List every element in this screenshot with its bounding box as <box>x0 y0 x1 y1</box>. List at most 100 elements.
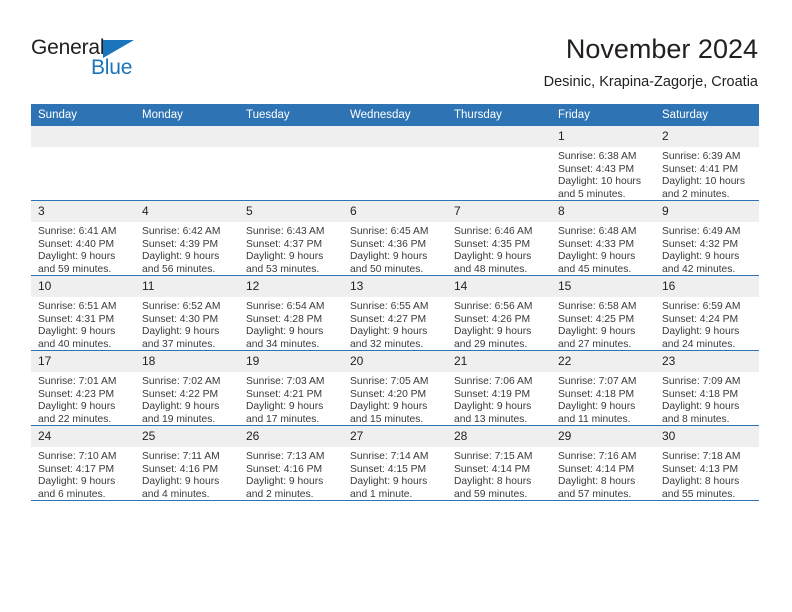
day-cell-inner: 21 Sunrise: 7:06 AM Sunset: 4:19 PM Dayligh… <box>447 351 551 425</box>
sunset-time: Sunset: 4:24 PM <box>662 313 739 325</box>
calendar-day-cell[interactable]: 15 Sunrise: 6:58 AM Sunset: 4:25 PM Dayligh… <box>551 275 655 351</box>
sunrise-time: Sunrise: 6:41 AM <box>38 226 117 237</box>
calendar-day-cell[interactable]: 24 Sunrise: 7:10 AM Sunset: 4:17 PM Dayligh… <box>31 425 135 501</box>
day-sun-info: Sunrise: 6:49 AM Sunset: 4:32 PM Daylight:… <box>655 222 759 276</box>
daylight-duration-line1: Daylight: 9 hours <box>38 251 116 263</box>
day-number: 27 <box>343 426 447 447</box>
page-title: November 2024 <box>565 34 758 64</box>
calendar-day-cell[interactable]: 14 Sunrise: 6:56 AM Sunset: 4:26 PM Dayligh… <box>447 275 551 351</box>
calendar-day-cell[interactable]: 9 Sunrise: 6:49 AM Sunset: 4:32 PM Daylight… <box>655 200 759 276</box>
day-cell-inner: 26 Sunrise: 7:13 AM Sunset: 4:16 PM Dayligh… <box>239 426 343 500</box>
general-blue-logo[interactable]: General Blue <box>31 36 171 82</box>
calendar-body: 1 Sunrise: 6:38 AM Sunset: 4:43 PM Daylight… <box>31 126 759 501</box>
daylight-duration-line1: Daylight: 9 hours <box>454 326 532 338</box>
calendar-day-cell[interactable]: 8 Sunrise: 6:48 AM Sunset: 4:33 PM Daylight… <box>551 200 655 276</box>
calendar-week-row: 10 Sunrise: 6:51 AM Sunset: 4:31 PM Dayligh… <box>31 275 759 351</box>
calendar-day-cell[interactable]: 16 Sunrise: 6:59 AM Sunset: 4:24 PM Dayligh… <box>655 275 759 351</box>
day-cell-inner: 2 Sunrise: 6:39 AM Sunset: 4:41 PM Daylight… <box>655 126 759 200</box>
sunset-time: Sunset: 4:16 PM <box>246 463 323 475</box>
calendar-day-cell[interactable]: 29 Sunrise: 7:16 AM Sunset: 4:14 PM Dayligh… <box>551 425 655 501</box>
calendar-page: General Blue November 2024 Desinic, Krap… <box>0 0 792 612</box>
day-sun-info: Sunrise: 6:38 AM Sunset: 4:43 PM Daylight:… <box>551 147 655 201</box>
daylight-duration-line1: Daylight: 9 hours <box>246 476 324 488</box>
daylight-duration-line2: and 11 minutes. <box>558 413 631 425</box>
day-sun-info: Sunrise: 7:11 AM Sunset: 4:16 PM Daylight:… <box>135 447 239 501</box>
daylight-duration-line2: and 17 minutes. <box>246 413 320 425</box>
calendar-day-cell[interactable]: 20 Sunrise: 7:05 AM Sunset: 4:20 PM Dayligh… <box>343 350 447 426</box>
sunset-time: Sunset: 4:21 PM <box>246 388 323 400</box>
day-sun-info: Sunrise: 6:56 AM Sunset: 4:26 PM Daylight:… <box>447 297 551 351</box>
calendar-day-cell[interactable]: 7 Sunrise: 6:46 AM Sunset: 4:35 PM Daylight… <box>447 200 551 276</box>
weekday-header-monday: Monday <box>135 104 239 126</box>
day-sun-info: Sunrise: 6:41 AM Sunset: 4:40 PM Daylight:… <box>31 222 135 276</box>
day-number: 20 <box>343 351 447 372</box>
calendar-day-cell[interactable]: 1 Sunrise: 6:38 AM Sunset: 4:43 PM Daylight… <box>551 126 655 201</box>
sunset-time: Sunset: 4:37 PM <box>246 238 323 250</box>
sunrise-time: Sunrise: 6:38 AM <box>558 151 637 162</box>
day-sun-info: Sunrise: 6:52 AM Sunset: 4:30 PM Daylight:… <box>135 297 239 351</box>
daylight-duration-line1: Daylight: 9 hours <box>350 401 428 413</box>
daylight-duration-line2: and 34 minutes. <box>246 338 320 350</box>
day-sun-info: Sunrise: 6:42 AM Sunset: 4:39 PM Daylight:… <box>135 222 239 276</box>
day-number: 21 <box>447 351 551 372</box>
calendar-day-cell[interactable]: 6 Sunrise: 6:45 AM Sunset: 4:36 PM Daylight… <box>343 200 447 276</box>
sunrise-time: Sunrise: 7:16 AM <box>558 451 637 462</box>
daylight-duration-line2: and 37 minutes. <box>142 338 216 350</box>
day-number: 22 <box>551 351 655 372</box>
calendar-day-cell[interactable]: 10 Sunrise: 6:51 AM Sunset: 4:31 PM Dayligh… <box>31 275 135 351</box>
day-cell-inner: 14 Sunrise: 6:56 AM Sunset: 4:26 PM Dayligh… <box>447 276 551 350</box>
calendar-day-cell[interactable]: 5 Sunrise: 6:43 AM Sunset: 4:37 PM Daylight… <box>239 200 343 276</box>
day-number <box>135 126 239 147</box>
calendar-day-cell[interactable]: 2 Sunrise: 6:39 AM Sunset: 4:41 PM Daylight… <box>655 126 759 201</box>
day-number: 23 <box>655 351 759 372</box>
calendar-day-cell[interactable]: 21 Sunrise: 7:06 AM Sunset: 4:19 PM Dayligh… <box>447 350 551 426</box>
sunset-time: Sunset: 4:27 PM <box>350 313 427 325</box>
calendar-day-cell[interactable]: 26 Sunrise: 7:13 AM Sunset: 4:16 PM Dayligh… <box>239 425 343 501</box>
day-number: 19 <box>239 351 343 372</box>
sunrise-time: Sunrise: 7:09 AM <box>662 376 741 387</box>
calendar-day-cell[interactable]: 3 Sunrise: 6:41 AM Sunset: 4:40 PM Daylight… <box>31 200 135 276</box>
sunset-time: Sunset: 4:32 PM <box>662 238 739 250</box>
day-number <box>31 126 135 147</box>
calendar-day-cell[interactable]: 22 Sunrise: 7:07 AM Sunset: 4:18 PM Dayligh… <box>551 350 655 426</box>
daylight-duration-line2: and 29 minutes. <box>454 338 528 350</box>
sunset-time: Sunset: 4:22 PM <box>142 388 219 400</box>
sunrise-time: Sunrise: 6:51 AM <box>38 301 117 312</box>
day-cell-inner: 8 Sunrise: 6:48 AM Sunset: 4:33 PM Daylight… <box>551 201 655 275</box>
weekday-header-tuesday: Tuesday <box>239 104 343 126</box>
daylight-duration-line2: and 4 minutes. <box>142 488 210 500</box>
daylight-duration-line2: and 42 minutes. <box>662 263 736 275</box>
calendar-day-cell[interactable]: 4 Sunrise: 6:42 AM Sunset: 4:39 PM Daylight… <box>135 200 239 276</box>
calendar-day-cell[interactable]: 17 Sunrise: 7:01 AM Sunset: 4:23 PM Dayligh… <box>31 350 135 426</box>
sunrise-time: Sunrise: 6:48 AM <box>558 226 637 237</box>
calendar-day-cell[interactable]: 13 Sunrise: 6:55 AM Sunset: 4:27 PM Dayligh… <box>343 275 447 351</box>
day-sun-info: Sunrise: 7:06 AM Sunset: 4:19 PM Daylight:… <box>447 372 551 426</box>
calendar-day-cell[interactable]: 28 Sunrise: 7:15 AM Sunset: 4:14 PM Dayligh… <box>447 425 551 501</box>
logo-text-blue: Blue <box>91 56 133 79</box>
calendar-day-cell[interactable]: 23 Sunrise: 7:09 AM Sunset: 4:18 PM Dayligh… <box>655 350 759 426</box>
day-cell-inner: 3 Sunrise: 6:41 AM Sunset: 4:40 PM Daylight… <box>31 201 135 275</box>
daylight-duration-line1: Daylight: 10 hours <box>558 176 641 188</box>
calendar-day-cell[interactable]: 18 Sunrise: 7:02 AM Sunset: 4:22 PM Dayligh… <box>135 350 239 426</box>
sunset-time: Sunset: 4:25 PM <box>558 313 635 325</box>
daylight-duration-line1: Daylight: 9 hours <box>142 401 220 413</box>
daylight-duration-line2: and 53 minutes. <box>246 263 320 275</box>
sunrise-time: Sunrise: 6:39 AM <box>662 151 741 162</box>
calendar-day-cell[interactable]: 12 Sunrise: 6:54 AM Sunset: 4:28 PM Dayligh… <box>239 275 343 351</box>
sunrise-time: Sunrise: 7:18 AM <box>662 451 741 462</box>
calendar-day-cell[interactable]: 25 Sunrise: 7:11 AM Sunset: 4:16 PM Dayligh… <box>135 425 239 501</box>
calendar-day-cell[interactable]: 27 Sunrise: 7:14 AM Sunset: 4:15 PM Dayligh… <box>343 425 447 501</box>
calendar-day-cell-empty <box>447 126 551 201</box>
calendar-day-cell-empty <box>343 126 447 201</box>
day-sun-info: Sunrise: 6:43 AM Sunset: 4:37 PM Daylight:… <box>239 222 343 276</box>
daylight-duration-line1: Daylight: 9 hours <box>350 251 428 263</box>
sunrise-time: Sunrise: 7:10 AM <box>38 451 117 462</box>
calendar-day-cell[interactable]: 11 Sunrise: 6:52 AM Sunset: 4:30 PM Dayligh… <box>135 275 239 351</box>
daylight-duration-line1: Daylight: 9 hours <box>454 251 532 263</box>
sunrise-time: Sunrise: 7:13 AM <box>246 451 325 462</box>
daylight-duration-line2: and 24 minutes. <box>662 338 736 350</box>
calendar-day-cell[interactable]: 30 Sunrise: 7:18 AM Sunset: 4:13 PM Dayligh… <box>655 425 759 501</box>
daylight-duration-line2: and 59 minutes. <box>38 263 112 275</box>
calendar-day-cell[interactable]: 19 Sunrise: 7:03 AM Sunset: 4:21 PM Dayligh… <box>239 350 343 426</box>
daylight-duration-line1: Daylight: 9 hours <box>558 326 636 338</box>
